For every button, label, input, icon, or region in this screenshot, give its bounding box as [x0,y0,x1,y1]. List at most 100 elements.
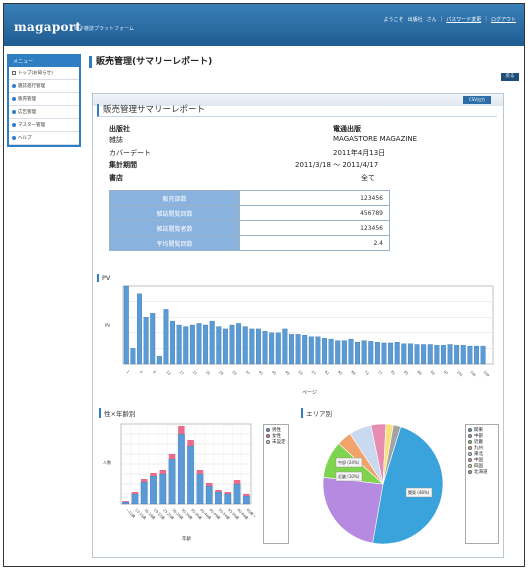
stat-value: 2.4 [239,235,390,251]
pv-bar [407,343,413,365]
sidebar-title: メニュー [9,56,79,67]
female-bar [233,480,241,484]
x-tick-label: 81 [390,370,396,376]
legend-item: 北海道 [468,469,496,475]
pv-bar [394,342,400,365]
dot-icon [12,84,16,88]
pv-bar [137,293,142,365]
legend-swatch [468,470,472,474]
csv-output-button[interactable]: CSV出力 [463,96,491,104]
x-tick-label: 41 [258,370,264,376]
pv-bar [361,340,367,365]
header-links: ようこそ 出版社 さん | パスワード変更 | ログアウト [384,16,516,23]
pv-bar [229,324,235,365]
back-button[interactable]: 戻る [501,73,519,81]
pv-bar [209,320,215,365]
dot-icon [12,97,16,101]
slice-label: 関東 (48%) [408,489,430,495]
sidebar-item-ads[interactable]: 広告管理 [9,106,79,119]
legend-item: 未設定 [266,439,286,445]
female-bar [131,492,139,494]
pv-bar [427,344,433,365]
info-label-publisher: 出版社 [109,125,130,133]
x-tick-label: 97 [443,370,449,376]
header-bar: magaport 電子雑誌プラットフォーム ようこそ 出版社 さん | パスワー… [4,4,524,46]
pv-bar [189,324,195,365]
pv-bar [269,332,275,365]
welcome-text: ようこそ [383,17,404,23]
x-tick-label: 9 [152,370,156,374]
pv-bar [467,345,473,365]
female-bar [187,440,194,446]
table-row: 雑誌閲覧回数 456789 [109,205,390,221]
legend-swatch [468,446,472,450]
pv-bar [421,344,427,365]
sidebar-item-sales[interactable]: 販売管理 [9,93,79,106]
info-label-store: 書店 [109,174,123,182]
x-tick-label: 89 [416,370,422,376]
male-bar [205,485,213,505]
sidebar: メニュー トップ(お知らせ) 雑誌進行管理 販売管理 広告管理 マスター管理 ヘ… [7,54,81,147]
y-axis-label: PV [105,323,110,328]
sidebar-item-label: 販売管理 [18,97,36,102]
sidebar-item-label: マスター管理 [18,123,45,128]
female-bar [140,479,148,482]
pv-bar [315,336,321,365]
stat-value: 123456 [239,220,390,236]
legend-swatch [266,428,270,432]
x-tick-label: 77 [377,370,383,376]
x-tick-label: 45 [271,370,277,376]
area-legend: 関東 中部 近畿 九州 東北 中国 四国 北海道 [465,424,499,544]
pv-bar [447,344,453,365]
page-title: 販売管理(サマリーレポート) [89,56,212,68]
logout-link[interactable]: ログアウト [491,16,516,23]
pv-bar [203,324,209,365]
male-bar [196,473,204,505]
pv-chart-title: PV [97,274,110,282]
x-tick-label: 93 [430,370,436,376]
sidebar-item-magazine-progress[interactable]: 雑誌進行管理 [9,80,79,93]
pv-bar [196,323,202,365]
x-tick-label: 1 [126,370,130,374]
pv-bar [322,338,327,365]
pv-bar [176,324,182,365]
x-tick-label: 109 [482,370,490,378]
pv-bar [295,334,301,365]
password-change-link[interactable]: パスワード変更 [446,16,481,23]
legend-swatch [468,464,472,468]
pv-bar [216,326,222,365]
legend-swatch [468,458,472,462]
x-tick-label: 69 [350,370,356,376]
male-bar [177,433,185,505]
male-bar [150,475,157,505]
logo[interactable]: magaport [14,20,81,34]
x-tick-label: 61 [324,370,330,376]
stat-label: 雑誌閲覧回数 [109,205,240,221]
sidebar-item-master[interactable]: マスター管理 [9,119,79,132]
pv-bar [183,326,189,365]
pv-bar [335,340,341,365]
legend-swatch [468,452,472,456]
pv-bar [143,317,149,365]
x-tick-label: 13 [165,370,171,376]
legend-swatch [266,434,270,438]
sidebar-item-top[interactable]: トップ(お知らせ) [9,67,79,80]
pv-bar [308,336,314,365]
info-label-cover-date: カバーデート [109,149,151,157]
x-tick-label: 101 [456,370,464,378]
sidebar-item-help[interactable]: ヘルプ [9,132,79,145]
pv-bar [255,328,261,365]
info-value-publisher: 電通出版 [333,125,361,133]
pv-bar [275,332,281,365]
legend-label: 北海道 [474,470,488,475]
pv-bar [289,334,294,365]
info-value-magazine: MAGASTORE MAGAZINE [333,135,418,143]
x-tick-label: 65 [337,370,343,376]
area-pie-chart: 関東 (48%) 近畿 (10%) 中部 (24%) [322,423,444,545]
stats-table: 販売部数 123456 雑誌閲覧回数 456789 雑誌閲覧者数 123456 平均閲… [109,190,390,251]
table-row: 雑誌閲覧者数 123456 [109,220,390,236]
x-tick-label: 17 [178,370,184,376]
female-bar [178,426,185,434]
pv-bar [381,342,387,365]
x-tick-label: 49 [284,370,290,376]
